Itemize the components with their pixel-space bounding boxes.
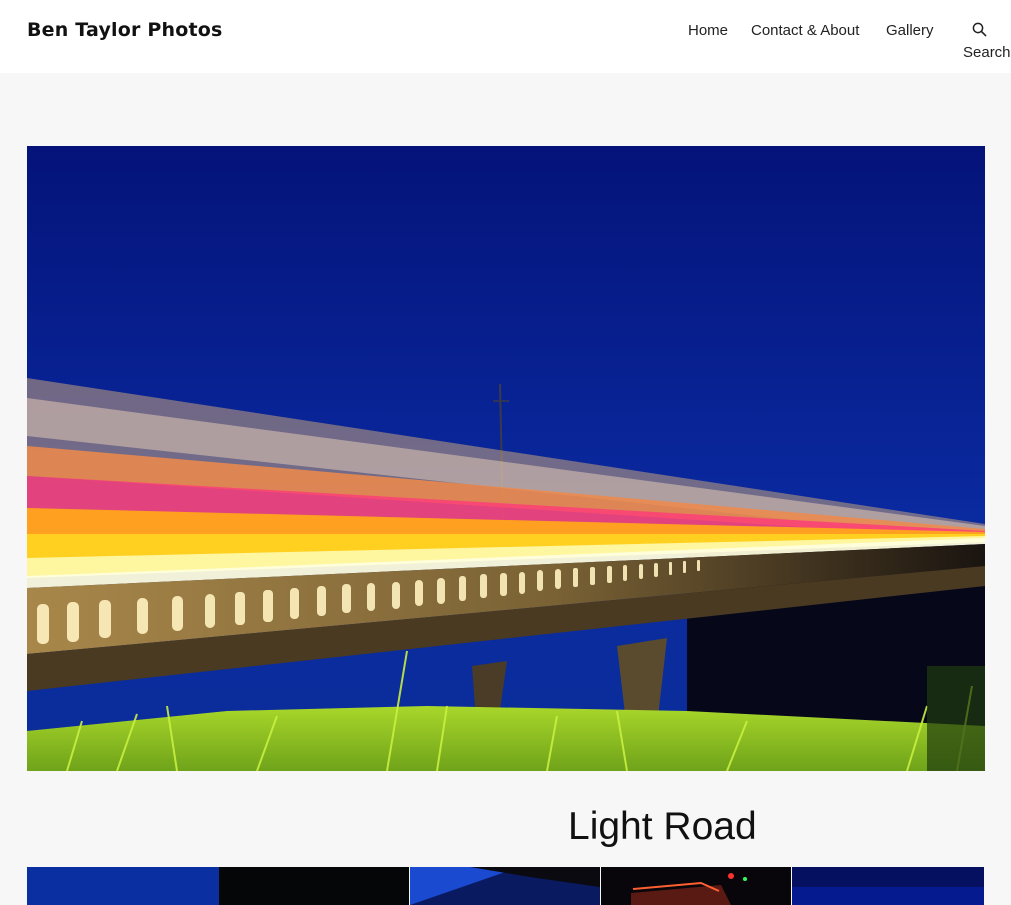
gallery-thumbnail[interactable]	[410, 867, 600, 905]
nav-item-gallery[interactable]: Gallery	[886, 22, 934, 39]
featured-image	[27, 146, 985, 771]
main-nav: Home Contact & About Gallery	[0, 22, 1011, 42]
search-label: Search	[963, 44, 1011, 61]
search-icon	[972, 22, 987, 37]
search-button[interactable]: Search	[963, 20, 1011, 64]
gallery-thumbnail[interactable]	[792, 867, 984, 905]
gallery-thumbnails	[27, 867, 984, 905]
post-title: Light Road	[568, 805, 757, 848]
gallery-thumbnail[interactable]	[27, 867, 409, 905]
site-header: Ben Taylor Photos Home Contact & About G…	[0, 0, 1011, 73]
gallery-thumbnail[interactable]	[601, 867, 791, 905]
nav-item-home[interactable]: Home	[688, 22, 728, 39]
nav-item-contact-about[interactable]: Contact & About	[751, 22, 859, 39]
